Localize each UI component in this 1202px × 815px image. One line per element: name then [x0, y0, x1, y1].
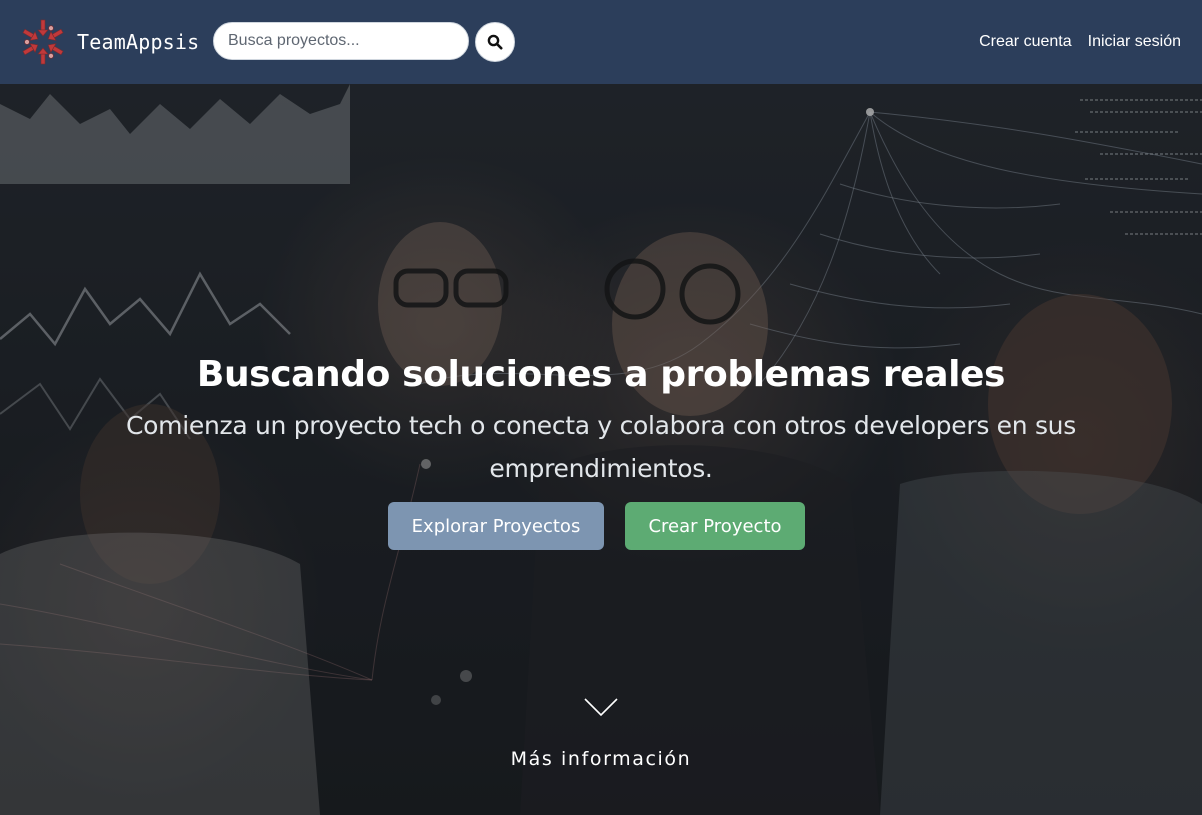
top-navbar: TeamAppsis Crear cuenta Iniciar sesión: [0, 0, 1202, 84]
chevron-down-icon[interactable]: [583, 696, 619, 718]
brand-name: TeamAppsis: [77, 30, 200, 54]
hero-title: Buscando soluciones a problemas reales: [196, 354, 1006, 395]
hero-subtitle: Comienza un proyecto tech o conecta y co…: [126, 411, 1076, 483]
search-button[interactable]: [475, 22, 515, 62]
more-info-link[interactable]: Más información: [0, 748, 1202, 770]
brand-home-link[interactable]: TeamAppsis: [20, 16, 199, 68]
login-link[interactable]: Iniciar sesión: [1088, 33, 1181, 51]
explore-projects-button[interactable]: Explorar Proyectos: [388, 502, 604, 550]
hero-section: Buscando soluciones a problemas reales C…: [0, 84, 1202, 815]
create-account-link[interactable]: Crear cuenta: [979, 33, 1072, 51]
search-icon: [487, 34, 503, 50]
team-arrows-logo-icon: [22, 19, 64, 65]
nav-links: Crear cuenta Iniciar sesión: [963, 0, 1181, 84]
create-project-button[interactable]: Crear Proyecto: [625, 502, 805, 550]
search-input[interactable]: [213, 22, 469, 60]
